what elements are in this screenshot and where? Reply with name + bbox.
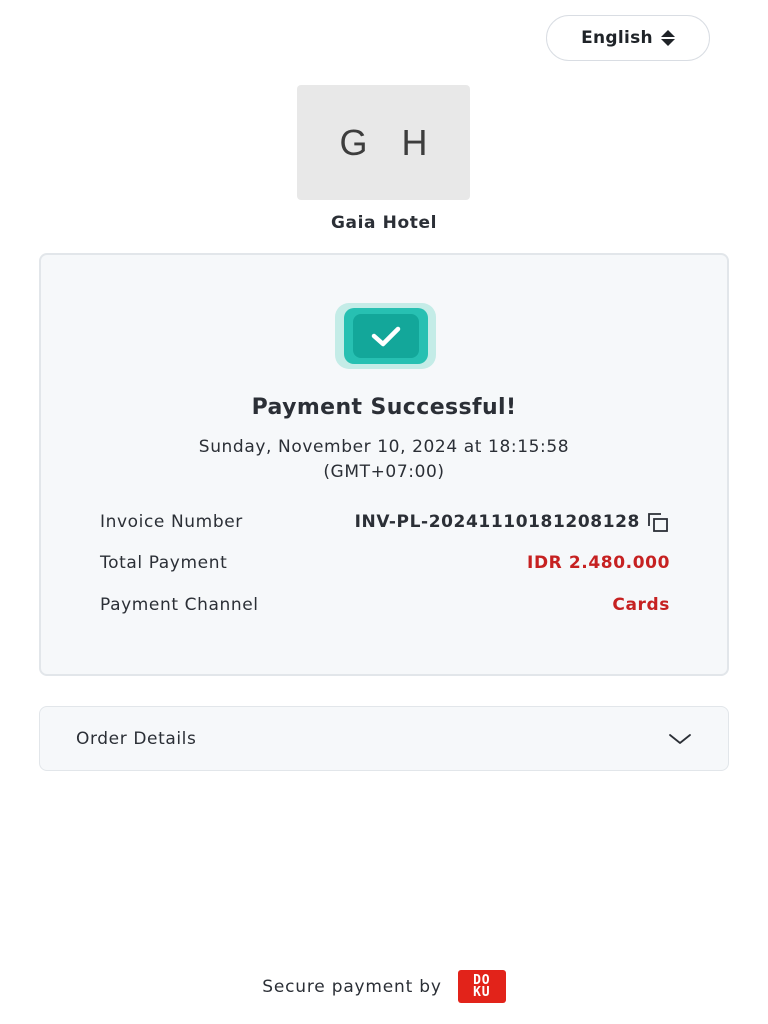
secure-payment-footer: Secure payment by DO KU <box>0 970 768 1003</box>
doku-logo-bottom: KU <box>473 984 491 1000</box>
merchant-name: Gaia Hotel <box>330 213 438 233</box>
order-details-label: Order Details <box>76 728 197 749</box>
language-selector-button[interactable]: English <box>546 15 710 61</box>
language-label: English <box>581 28 653 48</box>
invoice-number-value: INV-PL-20241110181208128 <box>354 512 640 532</box>
success-badge <box>335 303 436 369</box>
check-icon <box>371 326 400 347</box>
payment-channel-value: Cards <box>612 595 670 615</box>
payment-channel-row: Payment Channel Cards <box>100 595 670 615</box>
payment-timezone: (GMT+07:00) <box>323 462 445 482</box>
total-payment-label: Total Payment <box>100 553 228 573</box>
doku-logo: DO KU <box>457 970 506 1003</box>
secure-payment-text: Secure payment by <box>262 976 442 997</box>
payment-status-title: Payment Successful! <box>251 395 517 420</box>
payment-status-card: Payment Successful! Sunday, November 10,… <box>39 253 729 676</box>
invoice-number-value-wrap: INV-PL-20241110181208128 <box>355 511 670 533</box>
copy-icon[interactable] <box>646 511 670 533</box>
order-details-toggle[interactable]: Order Details <box>39 706 729 771</box>
sort-arrows-icon <box>660 30 675 46</box>
payment-date: Sunday, November 10, 2024 at 18:15:58 <box>198 437 570 457</box>
invoice-number-label: Invoice Number <box>100 512 243 532</box>
merchant-logo-initials: G H <box>339 121 440 163</box>
payment-receipt-page: English G H Gaia Hotel Payment Successfu… <box>0 0 768 1024</box>
chevron-down-icon <box>669 733 691 744</box>
payment-channel-label: Payment Channel <box>100 595 259 615</box>
payment-datetime: Sunday, November 10, 2024 at 18:15:58 (G… <box>41 435 727 485</box>
total-payment-value: IDR 2.480.000 <box>527 553 670 573</box>
total-payment-row: Total Payment IDR 2.480.000 <box>100 553 670 573</box>
merchant-logo: G H <box>297 85 470 200</box>
invoice-number-row: Invoice Number INV-PL-20241110181208128 <box>100 511 670 533</box>
